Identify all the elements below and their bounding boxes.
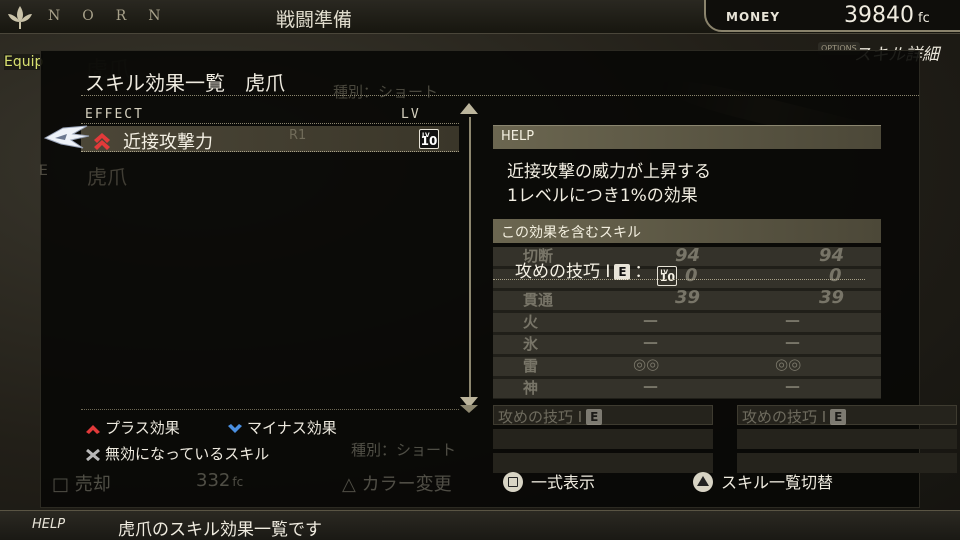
help-header-label: HELP — [501, 129, 535, 144]
included-skills-header-label: この効果を含むスキル — [501, 225, 641, 241]
shortcut-r1: R1 — [289, 128, 307, 143]
lv-mini-label: LV — [660, 269, 669, 276]
switch-list-label: スキル一覧切替 — [721, 473, 834, 492]
full-display-button[interactable]: 一式表示 — [503, 469, 595, 493]
ghost-type-label: 種別：ショート — [333, 83, 439, 101]
plus-effect-arrow-icon — [94, 133, 110, 150]
money-value: 39840 fc — [844, 3, 930, 28]
ghost-skill-box-left-label: 攻めの技巧 I — [498, 408, 583, 426]
help-header: HELP — [493, 125, 881, 149]
ghost-skill-box-left: 攻めの技巧 IE — [493, 405, 713, 426]
screen-title: 戦闘準備 — [276, 9, 353, 31]
legend-disabled: 無効になっているスキル — [85, 443, 269, 464]
scroll-up-icon[interactable] — [460, 103, 478, 114]
ghost-sell-amount: 332 — [196, 470, 231, 491]
ghost-stat-left: 0 — [685, 265, 698, 286]
ghost-stat-label: 神 — [523, 379, 539, 397]
ghost-stat-right: — — [785, 377, 800, 395]
included-skill-divider — [493, 279, 865, 280]
ghost-stat-right: 94 — [819, 245, 845, 266]
ghost-color-change-text: カラー変更 — [361, 474, 452, 495]
effect-name: 近接攻撃力 — [123, 132, 213, 153]
ghost-stat-right: 39 — [819, 287, 845, 308]
legend-plus: プラス効果 — [85, 417, 180, 438]
money-amount: 39840 — [844, 3, 914, 28]
status-bar: HELP 虎爪のスキル効果一覧です — [0, 510, 960, 540]
equip-tab[interactable]: Equip — [4, 54, 44, 70]
ghost-skill-box-right-label: 攻めの技巧 I — [742, 408, 827, 426]
ghost-color-change: △ カラー変更 — [342, 474, 452, 495]
effect-level-badge: LV 10 — [419, 129, 439, 149]
ghost-stat-label: 火 — [523, 313, 539, 331]
selection-cursor-icon — [43, 125, 90, 149]
triangle-button-icon — [693, 472, 713, 492]
effect-row[interactable]: 近接攻撃力 R1 LV 10 — [43, 125, 459, 153]
legend-disabled-label: 無効になっているスキル — [105, 445, 270, 463]
legend-plus-label: プラス効果 — [105, 419, 180, 437]
modal-title: スキル効果一覧 虎爪 — [85, 71, 285, 95]
title-divider — [81, 95, 919, 96]
ghost-stat-label: 貫通 — [523, 291, 554, 309]
ghost-e-badge: E — [830, 409, 847, 425]
ghost-e-badge: E — [586, 409, 603, 425]
norn-logo-icon — [8, 6, 32, 29]
brand-text: NORN — [48, 8, 183, 24]
disabled-x-icon — [86, 448, 100, 461]
ghost-sell-label: □ 売却 — [52, 474, 111, 495]
included-skills-header: この効果を含むスキル — [493, 219, 881, 243]
ghost-stat-label: 氷 — [523, 335, 539, 353]
full-display-label: 一式表示 — [531, 473, 596, 492]
legend-minus: マイナス効果 — [227, 417, 337, 438]
scrollbar[interactable] — [469, 117, 471, 397]
minus-arrow-icon — [228, 423, 242, 433]
ghost-stat-right: ◎◎ — [775, 355, 802, 373]
status-help-label: HELP — [32, 517, 66, 532]
ghost-stat-left: — — [643, 311, 658, 329]
ghost-skill-box-right: 攻めの技巧 IE — [737, 405, 957, 426]
money-box: MONEY 39840 fc — [704, 0, 960, 32]
ghost-stat-label: 雷 — [523, 357, 539, 375]
ghost-type-bottom: 種別：ショート — [351, 441, 457, 459]
ghost-stat-right: — — [785, 311, 800, 329]
legend-minus-label: マイナス効果 — [247, 419, 337, 437]
included-skill-entry[interactable]: 攻めの技巧 I E： LV 10 — [515, 257, 678, 286]
legend-divider — [81, 409, 459, 410]
money-label: MONEY — [726, 10, 781, 24]
ghost-stat-left: 94 — [675, 245, 701, 266]
plus-arrow-icon — [86, 424, 100, 434]
ghost-row — [737, 429, 957, 449]
ghost-stat-left: — — [643, 333, 658, 351]
scroll-down-secondary-icon — [460, 405, 478, 413]
help-line-2: 1レベルにつき1%の効果 — [507, 186, 698, 206]
square-button-icon — [503, 472, 523, 492]
equip-e-badge: E — [614, 264, 631, 280]
ghost-sell-value: 332 fc — [196, 470, 243, 491]
ghost-e-label: E — [39, 163, 48, 179]
top-bar: NORN 戦闘準備 MONEY 39840 fc — [0, 0, 960, 34]
skill-effect-modal: 種別：ショート スキル効果一覧 虎爪 EFFECT LV 近接攻撃力 R1 LV… — [39, 50, 957, 508]
ghost-stat-left: 39 — [675, 287, 701, 308]
ghost-stat-right: 0 — [829, 265, 842, 286]
ghost-stat-left: — — [643, 377, 658, 395]
ghost-stat-right: — — [785, 333, 800, 351]
lv-mini-label: LV — [422, 132, 430, 139]
ghost-stat-left: ◎◎ — [633, 355, 660, 373]
ghost-sell-text: 売却 — [74, 474, 111, 495]
effect-column-header: EFFECT — [85, 107, 144, 122]
switch-list-button[interactable]: スキル一覧切替 — [693, 469, 833, 493]
ghost-row — [493, 429, 713, 449]
status-help-text: 虎爪のスキル効果一覧です — [118, 520, 322, 540]
money-unit: fc — [918, 11, 930, 26]
ghost-sell-unit: fc — [232, 475, 244, 489]
ghost-item-name: 虎爪 — [87, 165, 127, 189]
included-skill-level-badge: LV 10 — [657, 266, 678, 286]
help-line-1: 近接攻撃の威力が上昇する — [507, 162, 711, 182]
header-divider — [81, 123, 459, 124]
lv-column-header: LV — [401, 107, 421, 122]
